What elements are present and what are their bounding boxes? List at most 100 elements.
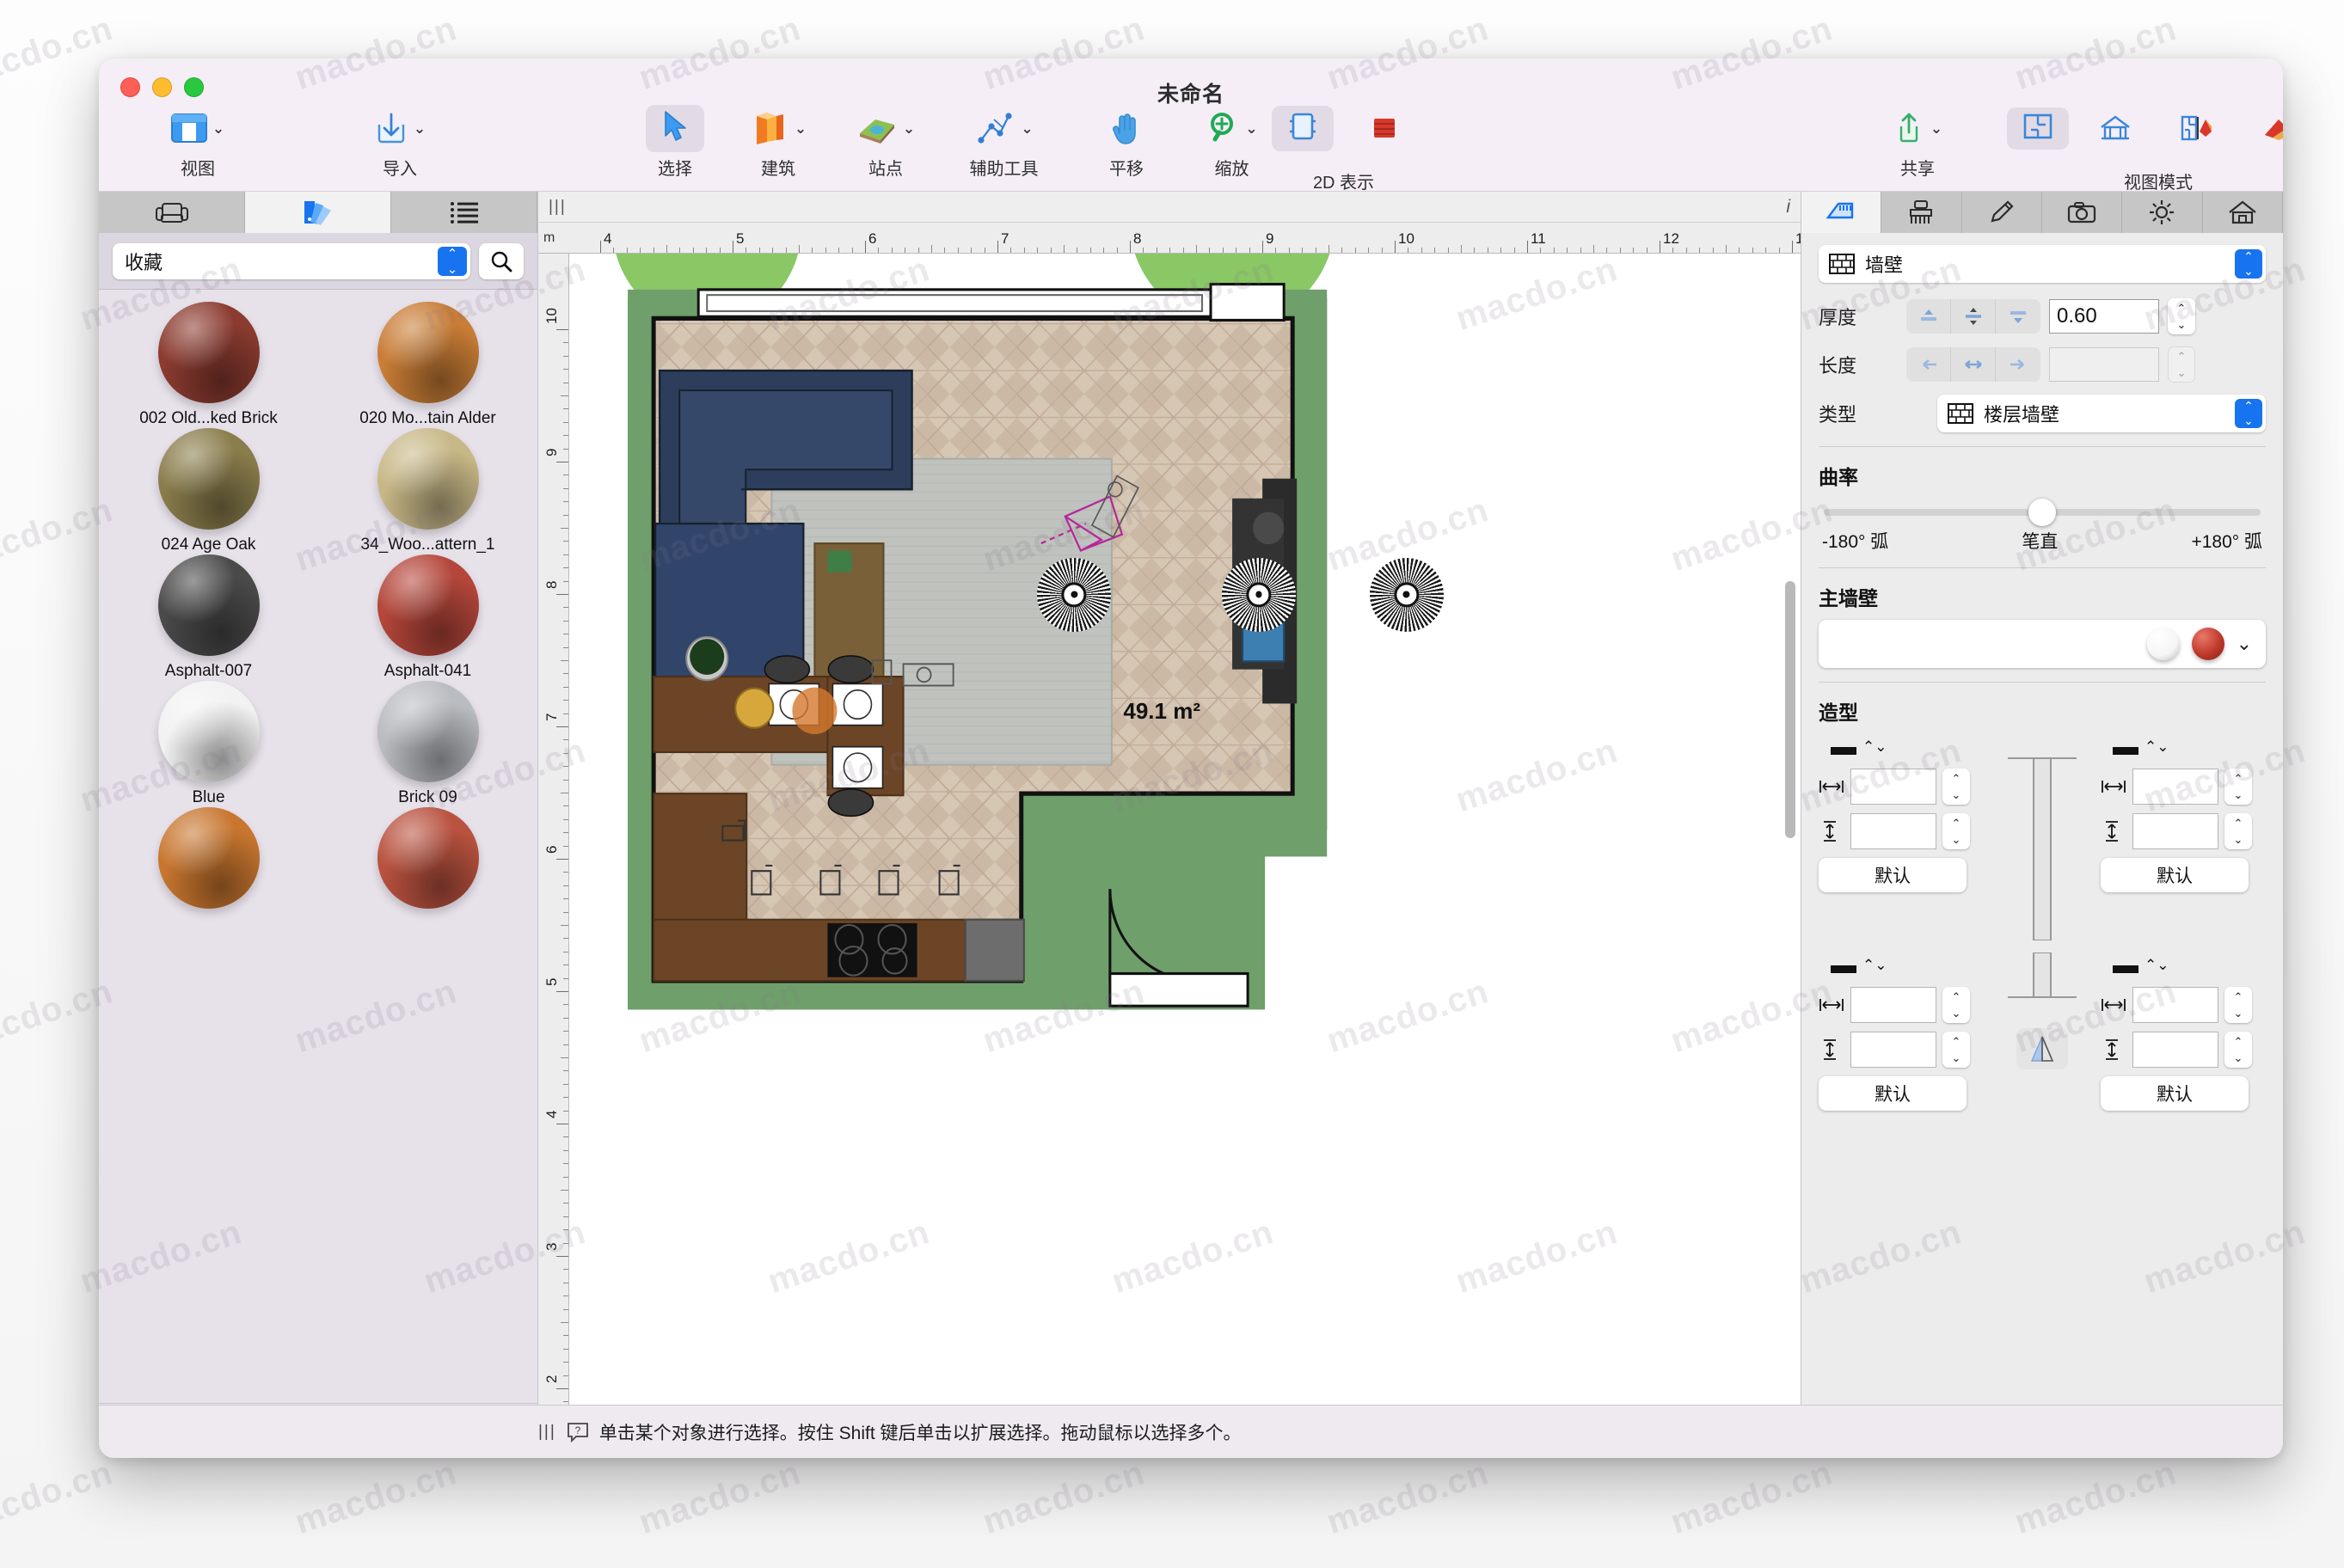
chevron-updown-icon[interactable]: ⌃⌄ (1862, 957, 1887, 974)
material-sphere[interactable] (157, 681, 260, 782)
material-swatch-white[interactable] (2146, 628, 2180, 660)
material-item[interactable]: 002 Old...ked Brick (99, 302, 318, 428)
viewmode-floorplan[interactable] (1999, 103, 2077, 153)
info-icon[interactable]: i (1786, 197, 1790, 217)
material-item[interactable]: Brick 09 (318, 681, 537, 807)
material-sphere[interactable] (377, 681, 479, 782)
molding-height-stepper[interactable]: ⌃ ⌄ (2224, 1032, 2252, 1068)
molding-width-input[interactable] (2132, 987, 2218, 1023)
viewmode-elevation[interactable] (2077, 103, 2154, 153)
molding-height-stepper[interactable]: ⌃ ⌄ (1942, 813, 1970, 849)
chevron-updown-icon[interactable]: ⌃⌄ (2145, 957, 2169, 974)
category-select[interactable]: 收藏 ⌃ ⌄ (113, 242, 470, 279)
align-bottom-icon[interactable] (1996, 299, 2040, 334)
material-sphere[interactable] (377, 302, 479, 403)
toolbar-select[interactable]: 选择 (623, 103, 727, 180)
extend-both-icon[interactable] (1951, 347, 1996, 382)
molding-height-input[interactable] (2132, 1032, 2218, 1068)
extend-right-icon[interactable] (1996, 347, 2040, 382)
toolbar-view[interactable]: ⌄ 视图 (146, 103, 249, 180)
material-swatch-red[interactable] (2191, 628, 2224, 660)
canvas-vertical-scrollbar[interactable] (1785, 581, 1795, 839)
thickness-align-group[interactable] (1906, 299, 2040, 334)
tab-list[interactable] (391, 192, 537, 233)
toolbar-pan[interactable]: 平移 (1071, 103, 1182, 180)
search-button[interactable] (479, 242, 524, 279)
length-stepper[interactable]: ⌃ ⌄ (2168, 346, 2195, 383)
tab-light[interactable] (2122, 192, 2203, 233)
chevron-updown-icon[interactable]: ⌃⌄ (1862, 738, 1887, 756)
material-item[interactable]: Asphalt-041 (318, 554, 537, 681)
material-sphere[interactable] (377, 428, 479, 530)
toolbar-2d-view[interactable] (1264, 103, 1341, 153)
molding-width-stepper[interactable]: ⌃ ⌄ (2224, 987, 2252, 1023)
tab-wall-tool[interactable] (1801, 192, 1882, 233)
molding-width-stepper[interactable]: ⌃ ⌄ (2224, 769, 2252, 805)
tab-draw[interactable] (1961, 192, 2042, 233)
main-wall-material-select[interactable]: ⌄ (1819, 620, 2266, 668)
material-item[interactable]: 024 Age Oak (99, 428, 318, 554)
thickness-stepper[interactable]: ⌃ ⌄ (2168, 298, 2195, 334)
extend-left-icon[interactable] (1906, 347, 1951, 382)
tab-paint[interactable] (1881, 192, 1962, 233)
toolbar-helper-tools[interactable]: ⌄ 辅助工具 (929, 103, 1079, 180)
app-root: 未命名 ⌄ 视图 ⌄ 导入 选择 ⌄ 建筑 ⌄ 站点 ⌄ 辅助工具 平移 ⌄ 缩… (0, 0, 2344, 1568)
grip-icon[interactable]: ||| (538, 1423, 556, 1442)
molding-default-button-bottom-left[interactable]: 默认 (1819, 1076, 1967, 1111)
molding-width-stepper[interactable]: ⌃ ⌄ (1942, 769, 1970, 805)
material-item[interactable] (318, 807, 537, 934)
tab-materials[interactable] (245, 192, 391, 233)
material-sphere[interactable] (157, 428, 260, 530)
material-sphere[interactable] (157, 807, 260, 909)
material-sphere[interactable] (157, 554, 260, 656)
align-top-icon[interactable] (1906, 299, 1951, 334)
wall-type-select[interactable]: 楼层墙壁 ⌃ ⌄ (1937, 395, 2266, 432)
molding-height-stepper[interactable]: ⌃ ⌄ (1942, 1032, 1970, 1068)
molding-height-stepper[interactable]: ⌃ ⌄ (2224, 813, 2252, 849)
align-center-icon[interactable] (1951, 299, 1996, 334)
molding-default-button-bottom-right[interactable]: 默认 (2101, 1076, 2249, 1111)
ceiling-lamp-2[interactable] (1221, 557, 1296, 632)
toolbar-site[interactable]: ⌄ 站点 (825, 103, 946, 180)
toolbar-3d-view[interactable] (1346, 103, 1423, 153)
material-sphere[interactable] (157, 302, 260, 403)
viewmode-mixed[interactable] (2158, 103, 2236, 153)
chevron-updown-icon[interactable]: ⌃⌄ (2145, 738, 2169, 756)
molding-default-button-top-left[interactable]: 默认 (1819, 858, 1967, 892)
molding-height-input[interactable] (1850, 813, 1936, 849)
molding-width-input[interactable] (2132, 769, 2218, 805)
ceiling-lamp-1[interactable] (1037, 557, 1112, 632)
toolbar-share[interactable]: ⌄ 共享 (1866, 103, 1969, 180)
object-type-select[interactable]: 墙壁 ⌃ ⌄ (1819, 245, 2266, 283)
ruler-minor-tick (1010, 248, 1012, 253)
molding-width-stepper[interactable]: ⌃ ⌄ (1942, 987, 1970, 1023)
molding-default-button-top-right[interactable]: 默认 (2101, 858, 2249, 892)
length-input[interactable] (2049, 347, 2159, 382)
material-sphere[interactable] (377, 554, 479, 656)
toolbar-import[interactable]: ⌄ 导入 (348, 103, 451, 180)
material-item[interactable] (99, 807, 318, 934)
material-item[interactable]: 34_Woo...attern_1 (318, 428, 537, 554)
material-item[interactable]: 020 Mo...tain Alder (318, 302, 537, 428)
tab-camera[interactable] (2041, 192, 2123, 233)
materials-grid[interactable]: 002 Old...ked Brick 020 Mo...tain Alder 02… (99, 290, 537, 1403)
ruler-minor-tick (563, 1044, 568, 1045)
molding-width-input[interactable] (1850, 769, 1936, 805)
ceiling-lamp-3[interactable] (1369, 557, 1444, 632)
material-item[interactable]: Asphalt-007 (99, 554, 318, 681)
length-align-group[interactable] (1906, 347, 2040, 382)
molding-height-input[interactable] (1850, 1032, 1936, 1068)
toolbar-building[interactable]: ⌄ 建筑 (718, 103, 838, 180)
floorplan-canvas[interactable]: 49.1 m² (569, 254, 1801, 1424)
tab-furniture[interactable] (99, 192, 245, 233)
molding-width-input[interactable] (1850, 987, 1936, 1023)
molding-height-input[interactable] (2132, 813, 2218, 849)
help-icon[interactable]: ? (567, 1421, 589, 1443)
thickness-input[interactable]: 0.60 (2049, 299, 2159, 334)
grip-icon[interactable]: ||| (549, 198, 567, 217)
viewmode-3d[interactable] (2240, 103, 2283, 153)
material-sphere[interactable] (377, 807, 479, 909)
material-item[interactable]: Blue (99, 681, 318, 807)
tab-building[interactable] (2202, 192, 2283, 233)
curvature-slider[interactable] (1824, 499, 2261, 526)
